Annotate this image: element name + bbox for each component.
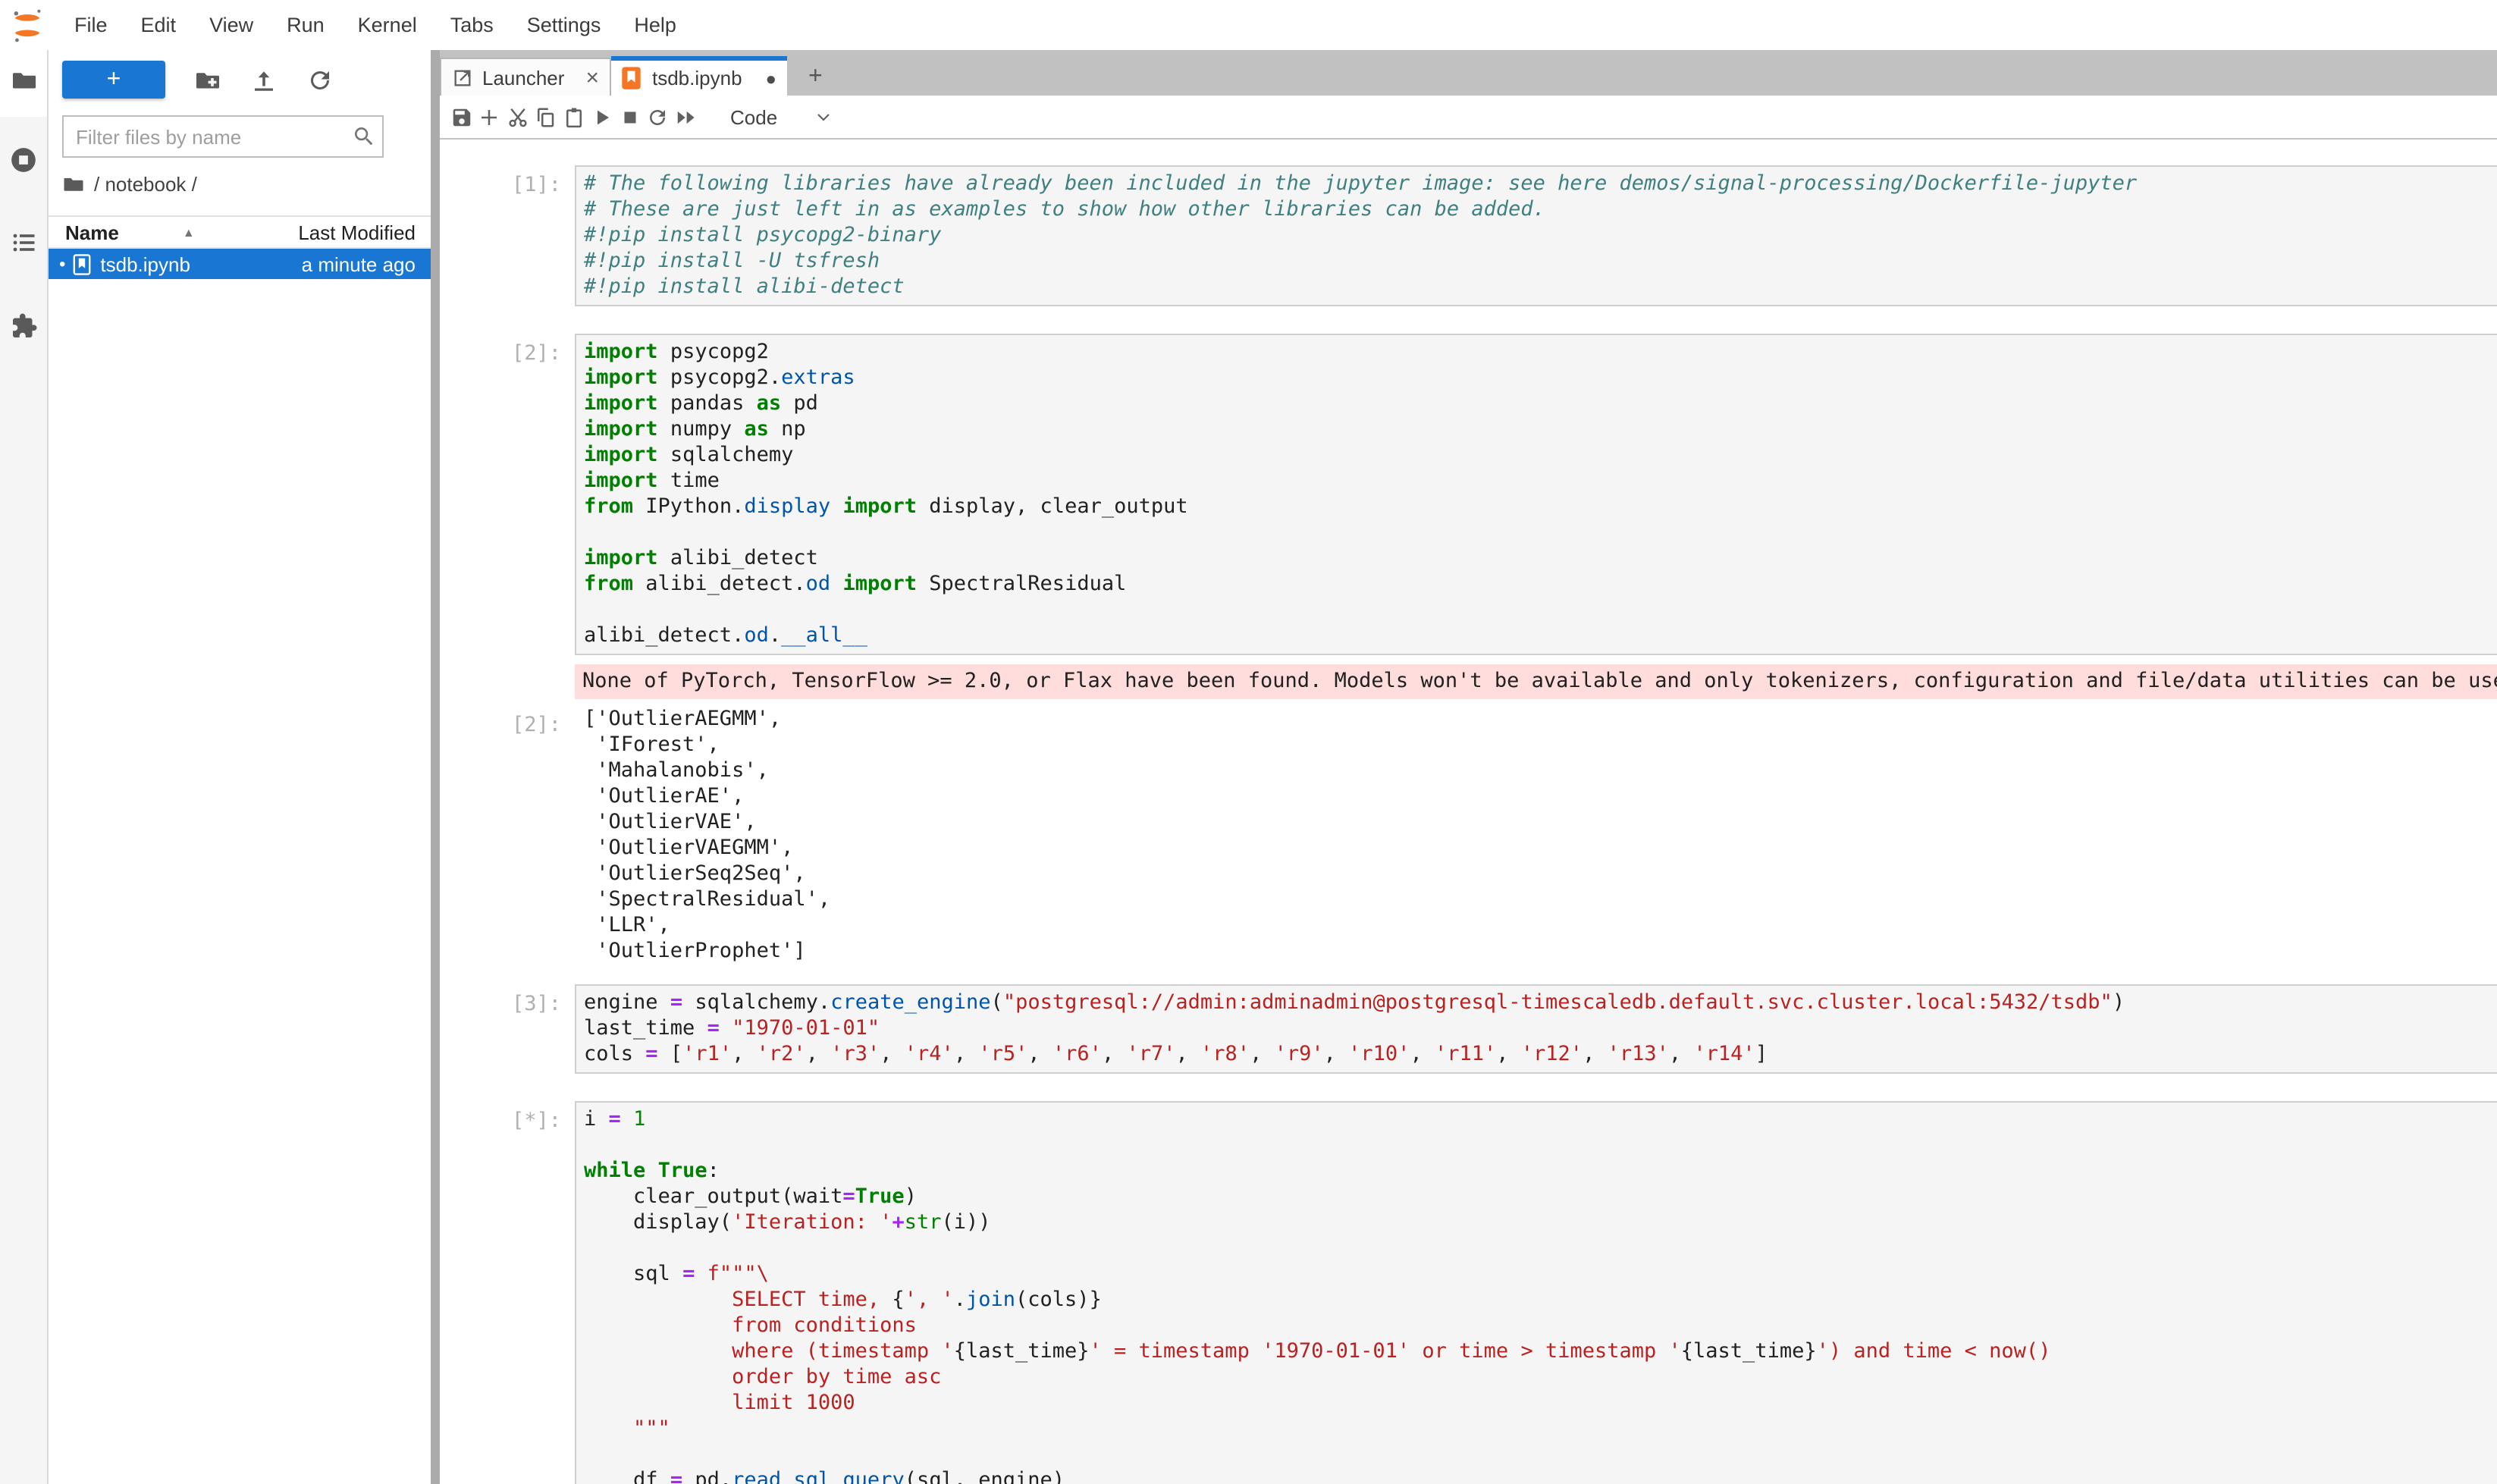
menu-view[interactable]: View xyxy=(193,14,270,36)
breadcrumb-path[interactable]: / notebook / xyxy=(94,173,197,196)
menu-settings[interactable]: Settings xyxy=(510,14,618,36)
refresh-icon[interactable] xyxy=(306,66,334,93)
cell-prompt: [1]: xyxy=(440,165,575,306)
new-folder-icon[interactable] xyxy=(194,66,221,93)
menu-bar: File Edit View Run Kernel Tabs Settings … xyxy=(0,0,2497,50)
run-all-icon[interactable] xyxy=(672,100,700,133)
code-cell[interactable]: [*]:i = 1 while True: clear_output(wait=… xyxy=(440,1101,2497,1484)
notebook-file-icon xyxy=(73,253,91,275)
column-header-modified[interactable]: Last Modified xyxy=(298,221,416,243)
output-text: ['OutlierAEGMM', 'IForest', 'Mahalanobis… xyxy=(575,705,2497,966)
chevron-down-icon[interactable] xyxy=(814,108,832,126)
upload-icon[interactable] xyxy=(250,66,278,93)
notebook-cells: [1]:# The following libraries have alrea… xyxy=(440,165,2497,1484)
filter-files xyxy=(62,115,384,158)
notebook-area[interactable]: [1]:# The following libraries have alrea… xyxy=(440,140,2497,1484)
cut-icon[interactable] xyxy=(503,100,532,133)
menu-kernel[interactable]: Kernel xyxy=(341,14,434,36)
column-header-name[interactable]: Name xyxy=(65,221,119,243)
save-icon[interactable] xyxy=(447,100,475,133)
sort-ascending-icon: ▲ xyxy=(183,225,195,239)
tab-bar: Launcher × tsdb.ipynb ● + xyxy=(440,50,2497,96)
search-icon xyxy=(352,124,376,149)
output-cell[interactable]: [2]:['OutlierAEGMM', 'IForest', 'Mahalan… xyxy=(440,705,2497,966)
run-icon[interactable] xyxy=(588,100,616,133)
jupyter-logo-icon xyxy=(11,5,44,45)
new-launcher-button[interactable]: + xyxy=(62,61,165,99)
cell-editor[interactable]: # The following libraries have already b… xyxy=(575,165,2497,306)
file-browser-toolbar: + xyxy=(49,50,431,102)
code-cell[interactable]: [1]:# The following libraries have alrea… xyxy=(440,165,2497,306)
launcher-icon xyxy=(452,66,473,89)
new-tab-button[interactable]: + xyxy=(799,65,832,89)
activity-bar xyxy=(0,50,49,1484)
cell-prompt: [2]: xyxy=(440,705,575,966)
jupyterlab-window: File Edit View Run Kernel Tabs Settings … xyxy=(0,0,2497,1484)
panel-splitter[interactable] xyxy=(431,50,440,1484)
menu-tabs[interactable]: Tabs xyxy=(434,14,510,36)
file-row[interactable]: • tsdb.ipynb a minute ago xyxy=(49,249,431,279)
cell-prompt: [*]: xyxy=(440,1101,575,1484)
unsaved-indicator[interactable]: ● xyxy=(766,67,777,89)
paste-icon[interactable] xyxy=(560,100,588,133)
file-name: tsdb.ipynb xyxy=(100,253,190,275)
file-browser-panel: + / note xyxy=(49,50,431,1484)
copy-icon[interactable] xyxy=(532,100,560,133)
tab-launcher[interactable]: Launcher × xyxy=(440,58,611,96)
file-list-header: Name ▲ Last Modified xyxy=(49,215,431,249)
add-cell-icon[interactable] xyxy=(475,100,503,133)
cell-prompt: [3]: xyxy=(440,984,575,1074)
cell-prompt: [2]: xyxy=(440,334,575,655)
unsaved-dot: • xyxy=(59,253,65,275)
menu-file[interactable]: File xyxy=(58,14,124,36)
stop-circle-icon xyxy=(9,146,38,182)
notebook-icon xyxy=(622,67,643,89)
cell-editor[interactable]: import psycopg2import psycopg2.extrasimp… xyxy=(575,334,2497,655)
tab-tsdb-notebook[interactable]: tsdb.ipynb ● xyxy=(611,56,787,96)
stop-icon[interactable] xyxy=(616,100,644,133)
sidebar-tab-toc[interactable] xyxy=(0,223,47,268)
sidebar-tab-running[interactable] xyxy=(0,141,47,187)
list-icon xyxy=(10,228,37,263)
folder-icon xyxy=(10,66,37,101)
menu-edit[interactable]: Edit xyxy=(124,14,193,36)
close-icon[interactable]: × xyxy=(585,67,599,87)
puzzle-icon xyxy=(10,312,37,347)
cell-prompt xyxy=(440,664,575,699)
sidebar-tab-filebrowser[interactable] xyxy=(0,50,47,117)
menu-help[interactable]: Help xyxy=(617,14,693,36)
code-cell[interactable]: [2]:import psycopg2import psycopg2.extra… xyxy=(440,334,2497,655)
restart-kernel-icon[interactable] xyxy=(644,100,672,133)
cell-editor[interactable]: i = 1 while True: clear_output(wait=True… xyxy=(575,1101,2497,1484)
folder-icon xyxy=(62,173,85,196)
stderr-text: None of PyTorch, TensorFlow >= 2.0, or F… xyxy=(575,664,2497,699)
sidebar-tab-extensions[interactable] xyxy=(0,306,47,352)
dock-panel: Launcher × tsdb.ipynb ● + xyxy=(440,50,2497,1484)
breadcrumb[interactable]: / notebook / xyxy=(49,158,431,208)
notebook-toolbar: Code xyxy=(440,96,2497,140)
tab-label: tsdb.ipynb xyxy=(652,67,742,89)
tab-label: Launcher xyxy=(482,66,564,89)
file-modified: a minute ago xyxy=(302,253,416,275)
stderr-output[interactable]: None of PyTorch, TensorFlow >= 2.0, or F… xyxy=(440,664,2497,699)
code-cell[interactable]: [3]:engine = sqlalchemy.create_engine("p… xyxy=(440,984,2497,1074)
cell-editor[interactable]: engine = sqlalchemy.create_engine("postg… xyxy=(575,984,2497,1074)
cell-type-dropdown[interactable]: Code xyxy=(730,105,777,128)
filter-files-input[interactable] xyxy=(62,115,384,158)
menu-run[interactable]: Run xyxy=(270,14,341,36)
